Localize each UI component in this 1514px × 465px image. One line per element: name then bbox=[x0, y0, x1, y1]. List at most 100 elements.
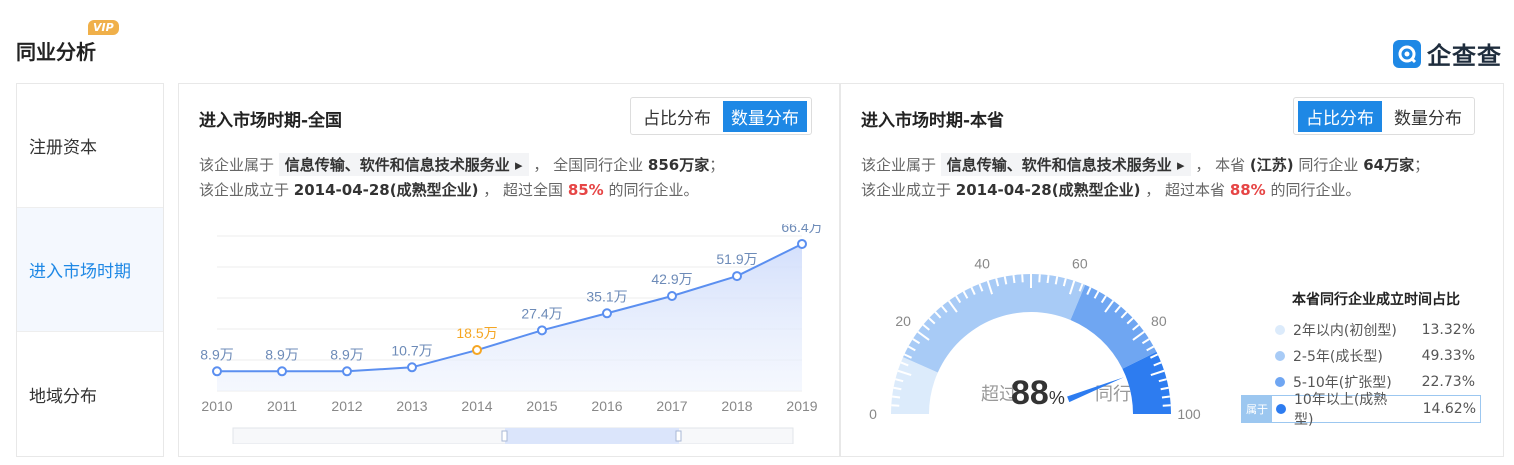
gauge-tick-label: 40 bbox=[974, 256, 990, 272]
gauge-segment bbox=[903, 274, 1086, 373]
founded-date: 2014-04-28(成熟型企业) bbox=[955, 181, 1141, 199]
text: ， 全国同行企业 bbox=[533, 156, 644, 174]
tab-ratio[interactable]: 占比分布 bbox=[1298, 100, 1382, 132]
data-point[interactable] bbox=[797, 238, 807, 249]
gauge-tick bbox=[1162, 404, 1171, 407]
gauge-tick bbox=[891, 404, 900, 407]
text: 该企业属于 bbox=[861, 156, 937, 174]
vip-badge: VIP bbox=[88, 20, 119, 35]
text: 该企业成立于 bbox=[861, 181, 952, 199]
data-label: 35.1万 bbox=[586, 288, 627, 304]
tab-count[interactable]: 数量分布 bbox=[723, 100, 807, 132]
industry-line: 该企业属于 信息传输、软件和信息技术服务业 ▸ ， 本省 (江苏) 同行企业 6… bbox=[861, 153, 1429, 176]
surpass-percent: 88% bbox=[1229, 181, 1266, 199]
tab-count[interactable]: 数量分布 bbox=[1386, 101, 1470, 132]
legend-item: 2年以内(初创型) 13.32% bbox=[1241, 317, 1481, 343]
legend-value: 49.33% bbox=[1421, 348, 1475, 364]
sidebar: 注册资本 进入市场时期 地域分布 bbox=[16, 83, 164, 457]
surpass-percent: 85% bbox=[567, 181, 604, 199]
industry-tag[interactable]: 信息传输、软件和信息技术服务业 ▸ bbox=[278, 153, 529, 176]
data-label: 8.9万 bbox=[200, 346, 233, 362]
line-chart: 8.9万 2010 8.9万 2011 8.9万 2012 10.7万 2013 18.5万 20… bbox=[200, 224, 823, 444]
legend-title: 本省同行企业成立时间占比 bbox=[1292, 292, 1460, 308]
legend-dot bbox=[1275, 377, 1285, 387]
gauge-tick-label: 60 bbox=[1072, 256, 1088, 272]
gauge-value-unit: % bbox=[1049, 388, 1065, 408]
brand: 企查查 bbox=[1393, 36, 1502, 71]
legend-label: 10年以上(成熟型) bbox=[1294, 392, 1388, 428]
peer-count: 64万家 bbox=[1363, 156, 1415, 174]
data-label: 8.9万 bbox=[330, 346, 363, 362]
gauge-tick bbox=[1012, 274, 1016, 284]
text: ； bbox=[1414, 156, 1430, 174]
x-tick-label: 2010 bbox=[201, 398, 232, 414]
x-tick-label: 2016 bbox=[591, 398, 622, 414]
legend-value: 13.32% bbox=[1421, 322, 1475, 338]
caret-right-icon: ▸ bbox=[515, 156, 523, 174]
zoom-handle-left[interactable] bbox=[501, 430, 508, 442]
industry-label: 信息传输、软件和信息技术服务业 bbox=[284, 156, 510, 174]
x-tick-label: 2011 bbox=[267, 398, 297, 414]
zoom-window[interactable] bbox=[505, 428, 679, 444]
sidebar-item-label: 进入市场时期 bbox=[29, 262, 131, 282]
view-toggle: 占比分布 数量分布 bbox=[630, 97, 812, 135]
text: 同行企业 bbox=[1298, 156, 1359, 174]
sidebar-item-region[interactable]: 地域分布 bbox=[17, 332, 163, 456]
data-point[interactable] bbox=[277, 366, 287, 377]
legend-dot bbox=[1276, 404, 1286, 414]
data-point[interactable] bbox=[732, 271, 742, 282]
x-tick-label: 2012 bbox=[331, 398, 362, 414]
text: 的同行企业。 bbox=[1270, 181, 1361, 199]
qichacha-logo-icon bbox=[1393, 39, 1421, 68]
gauge-segment bbox=[1070, 284, 1157, 369]
legend-dot bbox=[1275, 351, 1285, 361]
gauge-tick bbox=[1046, 274, 1050, 284]
gauge-tick-label: 100 bbox=[1177, 406, 1201, 422]
gauge-tick-label: 0 bbox=[869, 406, 877, 422]
belongs-badge: 属于 bbox=[1242, 396, 1272, 422]
zoom-handle-right[interactable] bbox=[675, 430, 682, 442]
text: ， 超过全国 bbox=[483, 181, 564, 199]
legend-value: 14.62% bbox=[1422, 401, 1476, 417]
data-label: 18.5万 bbox=[456, 325, 497, 341]
data-point[interactable] bbox=[537, 325, 547, 336]
section-title: 同业分析 bbox=[16, 40, 96, 64]
brand-name: 企查查 bbox=[1427, 42, 1502, 70]
legend-item-selected: 属于 10年以上(成熟型) 14.62% bbox=[1241, 392, 1481, 428]
text: 该企业属于 bbox=[199, 156, 275, 174]
panel-title: 进入市场时期-本省 bbox=[861, 111, 1005, 131]
data-point[interactable] bbox=[342, 366, 352, 377]
text: ； bbox=[709, 156, 725, 174]
x-tick-label: 2013 bbox=[396, 398, 427, 414]
data-point[interactable] bbox=[212, 366, 222, 377]
gauge-chart: 超过 88% 同行 02040 6080100 bbox=[869, 256, 1201, 422]
data-point[interactable] bbox=[407, 362, 417, 373]
gauge-value-number: 88 bbox=[1011, 374, 1049, 412]
founded-date: 2014-04-28(成熟型企业) bbox=[293, 181, 479, 199]
industry-label: 信息传输、软件和信息技术服务业 bbox=[946, 156, 1172, 174]
gauge-tick bbox=[1161, 395, 1171, 399]
view-toggle: 占比分布 数量分布 bbox=[1293, 97, 1475, 135]
sidebar-item-market-entry[interactable]: 进入市场时期 bbox=[17, 208, 163, 332]
legend-dot bbox=[1275, 325, 1285, 335]
section-header: 同业分析 VIP bbox=[16, 20, 119, 66]
x-tick-label: 2015 bbox=[526, 398, 557, 414]
panel-province: 进入市场时期-本省 占比分布 数量分布 该企业属于 信息传输、软件和信息技术服务… bbox=[840, 83, 1504, 457]
data-label: 42.9万 bbox=[651, 271, 692, 287]
legend-item: 2-5年(成长型) 49.33% bbox=[1241, 343, 1481, 369]
gauge-value: 88% bbox=[1011, 374, 1065, 412]
data-point[interactable] bbox=[667, 291, 677, 302]
sidebar-item-label: 注册资本 bbox=[29, 138, 97, 158]
data-label: 10.7万 bbox=[391, 342, 432, 358]
tab-ratio[interactable]: 占比分布 bbox=[635, 101, 719, 132]
text: ， 本省 bbox=[1195, 156, 1246, 174]
legend-label: 2-5年(成长型) bbox=[1293, 349, 1383, 365]
founded-line: 该企业成立于 2014-04-28(成熟型企业) ， 超过本省 88% 的同行企… bbox=[861, 179, 1361, 200]
sidebar-item-registered-capital[interactable]: 注册资本 bbox=[17, 84, 163, 208]
industry-tag[interactable]: 信息传输、软件和信息技术服务业 ▸ bbox=[940, 153, 1191, 176]
legend-value: 22.73% bbox=[1421, 374, 1475, 390]
data-point[interactable] bbox=[602, 308, 612, 319]
x-tick-label: 2019 bbox=[786, 398, 817, 414]
data-point[interactable] bbox=[472, 345, 482, 356]
x-tick-label: 2017 bbox=[656, 398, 687, 414]
